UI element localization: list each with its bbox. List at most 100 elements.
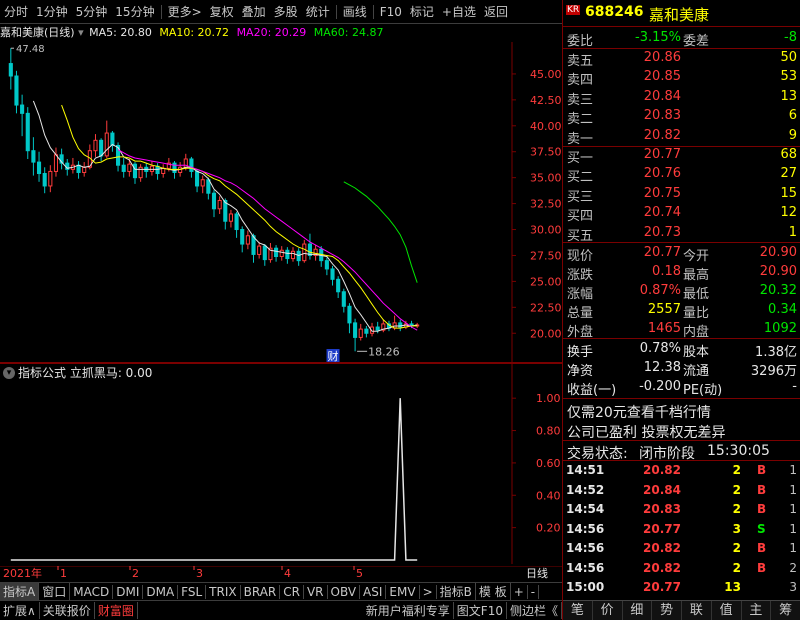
promo-thousand-level[interactable]: 仅需20元查看千档行情 [567,402,711,422]
tick-count: 1 [789,541,797,555]
indicator-tab[interactable]: MACD [70,584,114,599]
toolbar-item[interactable]: 更多> [164,3,206,20]
candle-body [330,268,335,280]
bids-label: 买五 [567,228,594,244]
tick-row: 14:56 20.82 2 B 1 [563,540,800,558]
toolbar-item[interactable]: 画线 [339,3,371,20]
toolbar-item[interactable]: 5分钟 [72,3,112,20]
extension-tab[interactable]: 财富圈 [95,602,138,619]
quote-tab[interactable]: 细 [623,601,653,620]
asks-volume: 53 [780,69,797,85]
dropdown-icon[interactable]: ▾ [78,26,84,39]
bids-row[interactable]: 买五 20.73 1 [563,224,800,244]
indicator-tab[interactable]: VR [304,584,328,599]
indicator-tab[interactable]: > [420,584,437,599]
indicator-tab[interactable]: 指标A [0,583,40,600]
indicator-tab[interactable]: 窗口 [39,583,71,600]
bids-label: 买四 [567,209,594,225]
toolbar-item[interactable]: F10 [376,5,406,19]
indicator-tab[interactable]: 指标B [437,583,476,600]
stat-value: 20.90 [759,245,797,260]
extension-tab[interactable]: 新用户福利专享 [363,602,454,619]
year-label: 2021年 [3,566,42,580]
toolbar: 分时 1分钟 5分钟 15分钟 更多> 复权 叠加 多股 统计 画线 F10 标记 +自选 返回 [0,0,562,24]
stock-name: 嘉和美康 [649,6,710,24]
indicator-settings-icon[interactable]: ▾ [3,367,15,379]
stat2-row: 换手 0.78% 股本 1.38亿 [563,340,800,360]
promo-row-2[interactable]: 公司已盈利 投票权无差异 [563,421,800,442]
tick-count: 1 [789,521,797,536]
indicator-tab[interactable]: DMI [113,584,144,599]
quote-panel: KR 688246 嘉和美康 委比 -3.15% 委差 -8 卖五 20.86 50… [562,0,800,620]
asks-row[interactable]: 卖五 20.86 50 [563,49,800,69]
toolbar-item[interactable]: 叠加 [238,3,270,20]
month-label: 3 [196,567,203,580]
quote-tab[interactable]: 价 [593,601,623,620]
promo-row-1[interactable]: 仅需20元查看千档行情 [563,401,800,422]
toolbar-item[interactable]: 统计 [302,3,334,20]
extension-tab[interactable]: 关联报价 [40,602,95,619]
weicha-value: -8 [784,30,797,45]
quote-tab[interactable]: 主 [742,601,772,620]
toolbar-item[interactable]: 返回 [480,3,512,20]
toolbar-item[interactable]: 多股 [270,3,302,20]
asks-volume: 6 [788,108,797,124]
toolbar-item[interactable]: +自选 [438,3,480,20]
bids-label: 买一 [567,151,594,166]
candle-body [14,75,19,106]
asks-row[interactable]: 卖二 20.83 6 [563,107,800,127]
indicator-title-bar: ▾ 指标公式 立抓黑马: 0.00 [0,364,512,382]
toolbar-item[interactable]: 1分钟 [32,3,72,20]
extension-tab[interactable]: 扩展∧ [0,602,40,619]
extension-tab[interactable]: 图文F10 [454,602,507,619]
month-label: 5 [356,567,363,580]
quote-tab[interactable]: 联 [682,601,712,620]
indicator-tab[interactable]: FSL [178,584,207,599]
bids-volume: 15 [780,185,797,201]
price-chart[interactable]: 45.00 42.50 40.00 37.50 35.00 32.50 30.00 27.50… [0,42,562,362]
toolbar-item[interactable]: 复权 [206,3,238,20]
indicator-tab[interactable]: DMA [143,584,179,599]
quote-tab[interactable]: 值 [712,601,742,620]
indicator-chart[interactable]: 1.00 0.80 0.60 0.40 0.20 [0,364,562,564]
bids-row[interactable]: 买一 20.77 68 [563,146,800,166]
promo-profit[interactable]: 公司已盈利 投票权无差异 [567,422,725,442]
bids-row[interactable]: 买四 20.74 12 [563,204,800,225]
indicator-tab[interactable]: EMV [386,584,420,599]
asks-row[interactable]: 卖一 20.82 9 [563,127,800,147]
tick-count: 1 [789,463,797,477]
stock-code: 688246 [585,4,644,20]
indicator-tab[interactable]: CR [280,584,304,599]
asks-row[interactable]: 卖三 20.84 13 [563,88,800,108]
quote-tab[interactable]: 势 [652,601,682,620]
tick-volume: 3 [732,521,741,536]
indicator-tab[interactable]: ASI [360,584,387,599]
indicator-tab[interactable]: TRIX [206,584,241,599]
candle-body [149,165,154,172]
indicator-tab[interactable]: BRAR [241,584,281,599]
toolbar-item[interactable]: 标记 [406,3,438,20]
indicator-tab[interactable]: 模 板 [476,583,511,600]
toolbar-item[interactable]: 分时 [0,3,32,20]
candle-body [358,328,363,338]
indicator-tab[interactable]: - [528,584,540,599]
indicator-tab[interactable]: OBV [328,584,361,599]
tick-count: 2 [789,560,797,575]
bids-row[interactable]: 买三 20.75 15 [563,185,800,205]
month-label: 4 [284,567,291,580]
indicator-tab[interactable]: + [511,584,528,599]
quote-tab[interactable]: 笔 [563,601,593,620]
stat-value: 12.38 [643,360,681,375]
quote-tab[interactable]: 筹 [771,601,800,620]
tick-price: 20.84 [643,482,681,497]
extension-tab[interactable]: 侧边栏《 [507,602,562,619]
bids-row[interactable]: 买二 20.76 27 [563,165,800,185]
stat-label: 收益(一) [567,383,617,398]
tick-time: 14:52 [566,482,605,497]
asks-row[interactable]: 卖四 20.85 53 [563,68,800,88]
indicator-title: 指标公式 立抓黑马: 0.00 [18,366,153,380]
asks-price: 20.82 [643,127,681,143]
toolbar-item[interactable]: 15分钟 [111,3,158,20]
candle-body [53,154,59,172]
candle-body [195,170,200,187]
